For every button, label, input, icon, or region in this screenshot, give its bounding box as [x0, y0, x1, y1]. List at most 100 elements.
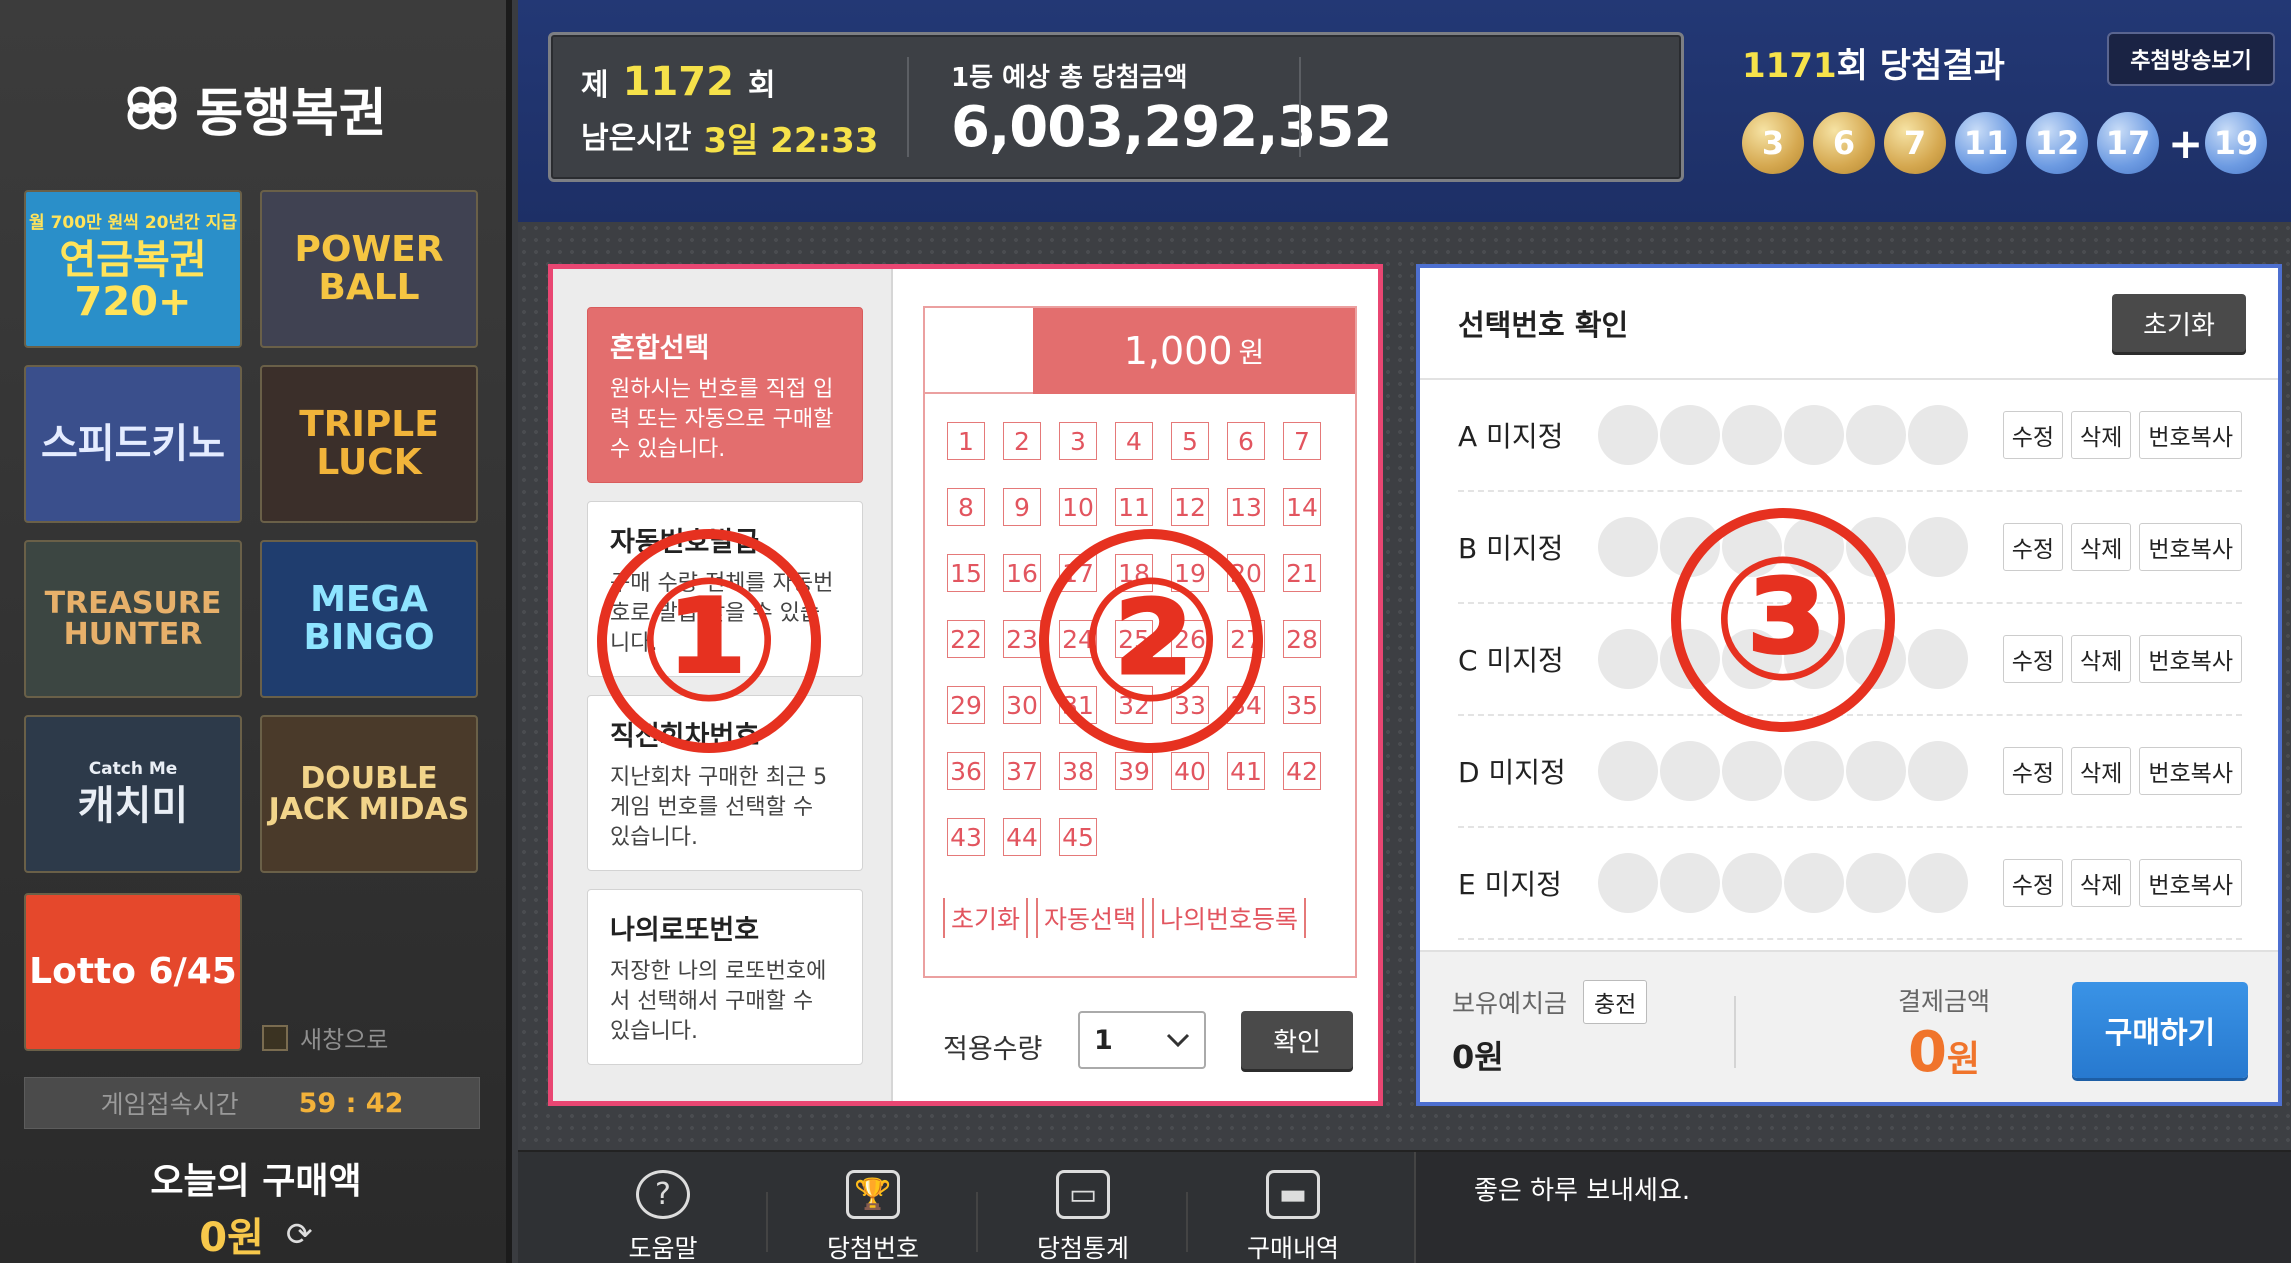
number-cell[interactable]: 9	[1003, 488, 1041, 526]
number-cell[interactable]: 43	[947, 818, 985, 856]
game-tile-label: 연금복권720+	[59, 236, 207, 325]
card-icon: ▬	[1266, 1170, 1320, 1219]
copy-button[interactable]: 번호복사	[2139, 859, 2242, 907]
session-timer: 게임접속시간 59 : 42	[24, 1077, 480, 1129]
number-cell[interactable]: 35	[1283, 686, 1321, 724]
number-cell[interactable]: 38	[1059, 752, 1097, 790]
number-cell[interactable]: 8	[947, 488, 985, 526]
brand-logo[interactable]: 동행복권	[0, 68, 512, 148]
edit-button[interactable]: 수정	[2002, 523, 2064, 571]
number-slot	[1908, 405, 1968, 465]
message-area: 좋은 하루 보내세요.	[1414, 1152, 2291, 1263]
delete-button[interactable]: 삭제	[2071, 859, 2132, 907]
number-cell[interactable]: 3	[1059, 422, 1097, 460]
today-purchase-label: 오늘의 구매액	[150, 1161, 362, 1202]
apply-button[interactable]: 확인	[1241, 1011, 1353, 1069]
game-tile[interactable]: TRIPLE LUCK	[260, 365, 478, 523]
edit-button[interactable]: 수정	[2002, 635, 2064, 683]
copy-button[interactable]: 번호복사	[2139, 523, 2242, 571]
number-slot	[1846, 405, 1906, 465]
number-cell[interactable]: 4	[1115, 422, 1153, 460]
price-row: 1,000 원	[925, 308, 1355, 394]
price-unit: 원	[1238, 336, 1265, 369]
delete-button[interactable]: 삭제	[2071, 635, 2132, 683]
game-tile[interactable]: Lotto 6/45	[24, 893, 242, 1051]
number-slot	[1598, 853, 1658, 913]
delete-button[interactable]: 삭제	[2071, 411, 2132, 459]
bottom-nav-item[interactable]: ▭ 당첨통계	[978, 1152, 1188, 1263]
number-cell[interactable]: 22	[947, 620, 985, 658]
number-cell[interactable]: 29	[947, 686, 985, 724]
game-tile-label: TREASURE HUNTER	[44, 585, 222, 652]
option-card[interactable]: 혼합선택 원하시는 번호를 직접 입력 또는 자동으로 구매할 수 있습니다.	[587, 307, 863, 483]
number-cell[interactable]: 40	[1171, 752, 1209, 790]
quantity-value: 1	[1094, 1024, 1113, 1056]
copy-button[interactable]: 번호복사	[2139, 747, 2242, 795]
number-cell[interactable]: 1	[947, 422, 985, 460]
quantity-select[interactable]: 1	[1078, 1011, 1206, 1069]
new-window-option[interactable]: 새창으로	[262, 1020, 388, 1055]
number-cell[interactable]: 16	[1003, 554, 1041, 592]
charge-button[interactable]: 충전	[1583, 980, 1648, 1024]
copy-button[interactable]: 번호복사	[2139, 635, 2242, 683]
number-cell[interactable]: 45	[1059, 818, 1097, 856]
number-cell[interactable]: 37	[1003, 752, 1041, 790]
last-result-draw-no: 1171	[1742, 46, 1837, 86]
slip-action-button[interactable]: 초기화	[943, 898, 1029, 938]
number-cell[interactable]: 44	[1003, 818, 1041, 856]
edit-button[interactable]: 수정	[2002, 859, 2064, 907]
winning-ball: 17	[2097, 112, 2159, 174]
new-window-label: 새창으로	[300, 1026, 389, 1054]
option-card[interactable]: 나의로또번호 저장한 나의 로또번호에서 선택해서 구매할 수 있습니다.	[587, 889, 863, 1065]
game-tile[interactable]: 스피드키노	[24, 365, 242, 523]
number-cell[interactable]: 30	[1003, 686, 1041, 724]
delete-button[interactable]: 삭제	[2071, 747, 2132, 795]
game-tile[interactable]: DOUBLE JACK MIDAS	[260, 715, 478, 873]
session-timer-value: 59 : 42	[298, 1087, 404, 1119]
edit-button[interactable]: 수정	[2002, 411, 2064, 459]
number-cell[interactable]: 2	[1003, 422, 1041, 460]
number-cell[interactable]: 39	[1115, 752, 1153, 790]
number-cell[interactable]: 28	[1283, 620, 1321, 658]
number-cell[interactable]: 7	[1283, 422, 1321, 460]
number-cell[interactable]: 23	[1003, 620, 1041, 658]
last-result-title: 1171회 당첨결과	[1742, 38, 2005, 87]
number-slots	[1598, 853, 1971, 913]
number-cell[interactable]: 15	[947, 554, 985, 592]
bottom-nav-item[interactable]: ▬ 구매내역	[1188, 1152, 1398, 1263]
refresh-icon[interactable]: ⟳	[286, 1215, 313, 1253]
game-tile[interactable]: Catch Me 캐치미	[24, 715, 242, 873]
number-slot	[1722, 405, 1782, 465]
new-window-checkbox[interactable]	[262, 1024, 288, 1051]
watch-broadcast-button[interactable]: 추첨방송보기	[2107, 32, 2275, 86]
number-cell[interactable]: 13	[1227, 488, 1265, 526]
number-cell[interactable]: 6	[1227, 422, 1265, 460]
number-cell[interactable]: 21	[1283, 554, 1321, 592]
bottom-nav-item[interactable]: ? 도움말	[558, 1152, 768, 1263]
slip-action-button[interactable]: 자동선택	[1036, 898, 1145, 938]
number-slot	[1598, 629, 1658, 689]
game-tile[interactable]: 월 700만 원씩 20년간 지급 연금복권720+	[24, 190, 242, 348]
bottom-nav-item[interactable]: 🏆 당첨번호	[768, 1152, 978, 1263]
number-cell[interactable]: 11	[1115, 488, 1153, 526]
reset-all-button[interactable]: 초기화	[2112, 294, 2246, 352]
game-tile[interactable]: POWER BALL	[260, 190, 478, 348]
number-cell[interactable]: 14	[1283, 488, 1321, 526]
number-cell[interactable]: 41	[1227, 752, 1265, 790]
remaining-time: 남은시간 3일 22:33	[581, 113, 878, 162]
delete-button[interactable]: 삭제	[2071, 523, 2132, 571]
number-cell[interactable]: 36	[947, 752, 985, 790]
buy-button[interactable]: 구매하기	[2072, 982, 2248, 1078]
row-buttons: 수정 삭제 번호복사	[2002, 747, 2242, 795]
number-cell[interactable]: 42	[1283, 752, 1321, 790]
edit-button[interactable]: 수정	[2002, 747, 2064, 795]
game-tile[interactable]: TREASURE HUNTER	[24, 540, 242, 698]
number-cell[interactable]: 5	[1171, 422, 1209, 460]
divider	[1299, 57, 1301, 157]
draw-number: 제 1172 회	[581, 59, 776, 105]
number-cell[interactable]: 12	[1171, 488, 1209, 526]
number-cell[interactable]: 10	[1059, 488, 1097, 526]
copy-button[interactable]: 번호복사	[2139, 411, 2242, 459]
game-tile[interactable]: MEGA BINGO	[260, 540, 478, 698]
slip-action-button[interactable]: 나의번호등록	[1152, 898, 1307, 938]
